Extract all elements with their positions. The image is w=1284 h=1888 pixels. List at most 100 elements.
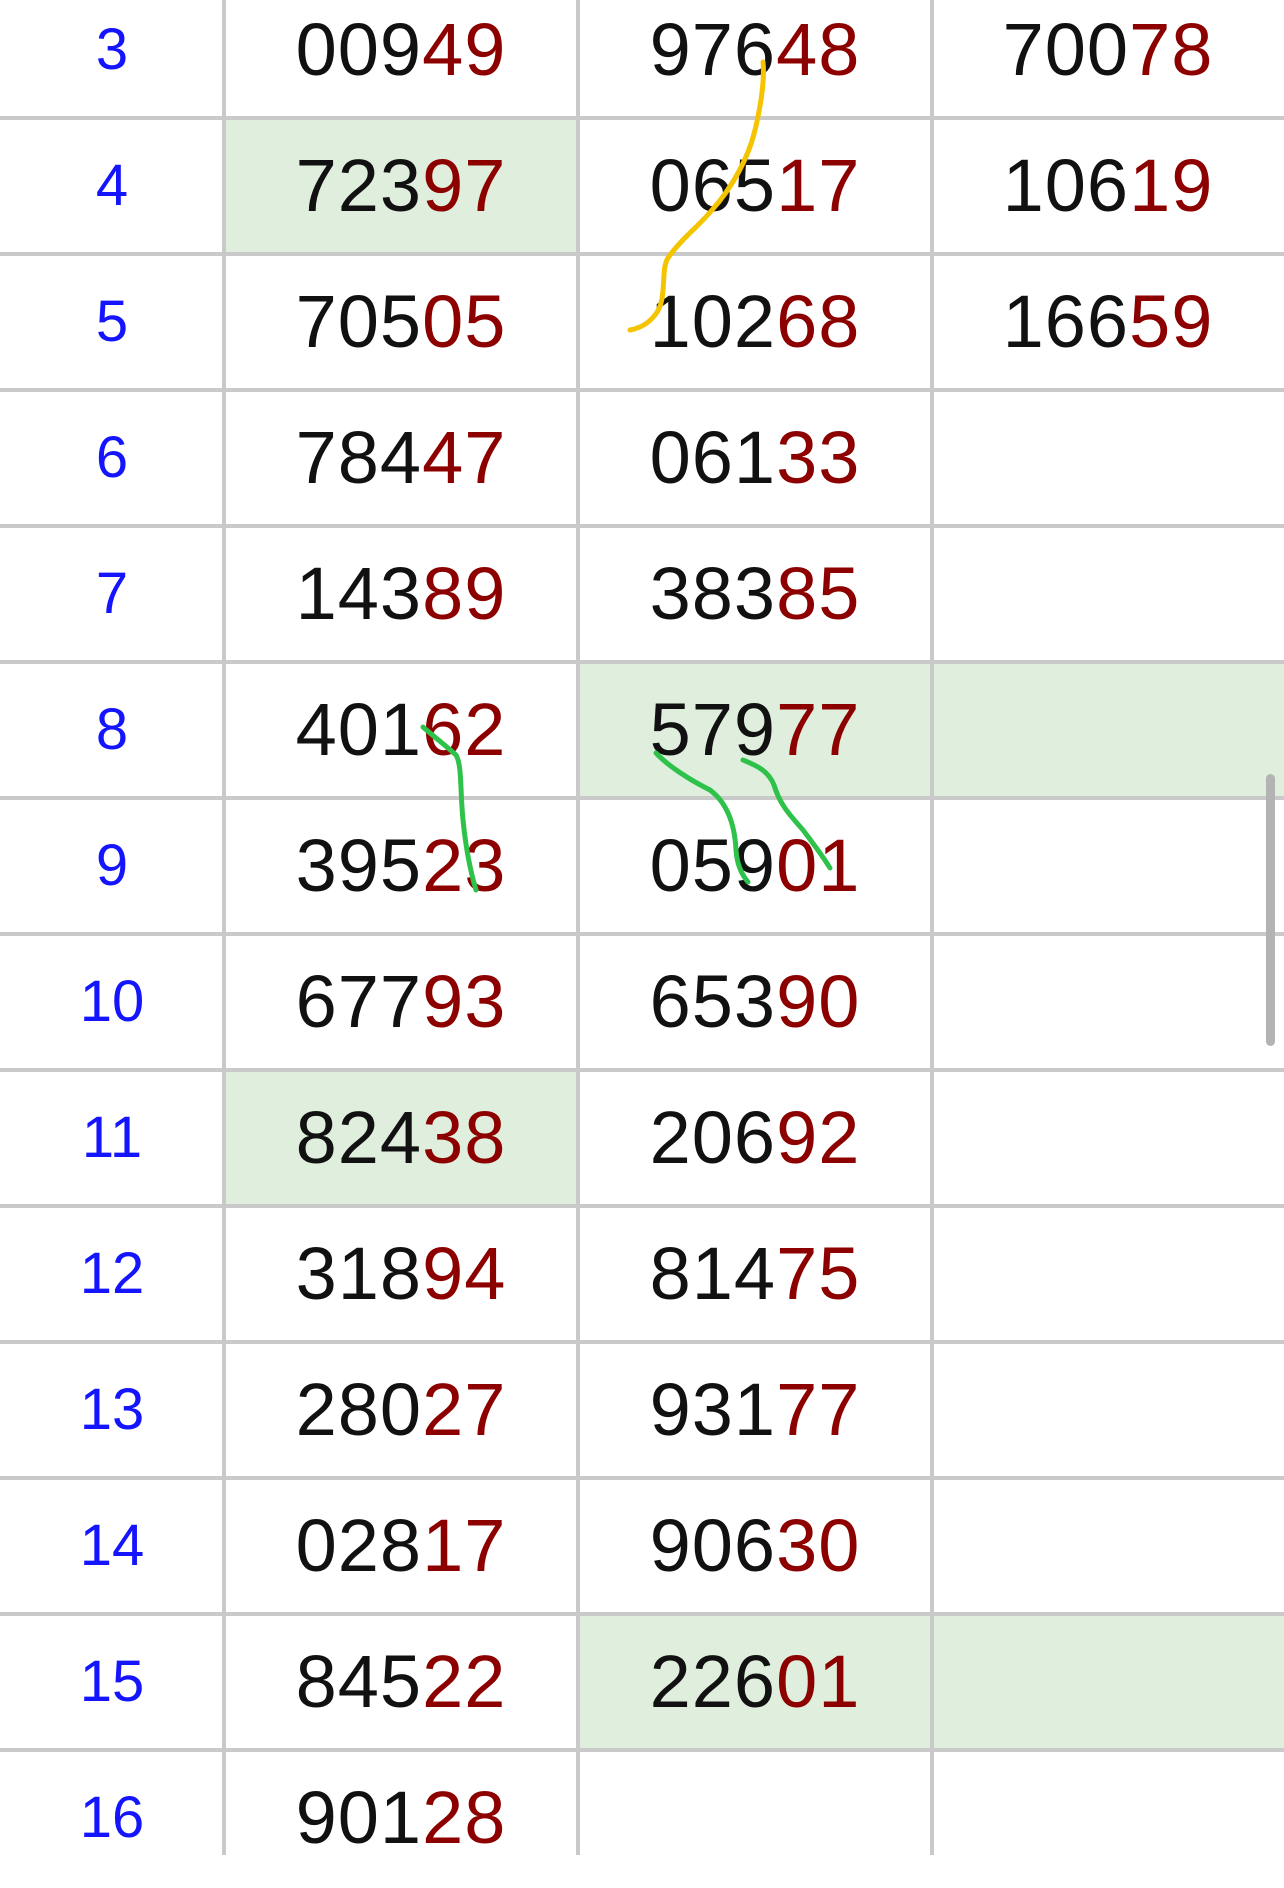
empty-cell-col3[interactable]	[932, 936, 1284, 1068]
number-prefix: 976	[649, 8, 777, 91]
number-prefix: 166	[1002, 280, 1130, 363]
number-cell-col2[interactable]: 206 92	[578, 1072, 932, 1204]
number-value: 976 48	[650, 13, 861, 87]
number-value: 906 30	[650, 1509, 861, 1583]
number-cell-col1[interactable]: 901 28	[224, 1752, 578, 1884]
number-value: 280 27	[296, 1373, 507, 1447]
number-cell-col2[interactable]: 906 30	[578, 1480, 932, 1612]
number-cell-col1[interactable]: 677 93	[224, 936, 578, 1068]
table-row: 13 280 27 931 77	[0, 1344, 1284, 1480]
number-prefix: 845	[295, 1640, 423, 1723]
number-cell-col1[interactable]: 009 49	[224, 0, 578, 116]
number-value: 166 59	[1003, 285, 1214, 359]
number-value: 009 49	[296, 13, 507, 87]
number-value: 931 77	[650, 1373, 861, 1447]
row-index-cell: 3	[0, 0, 224, 116]
number-cell-col2[interactable]: 061 33	[578, 392, 932, 524]
row-index-cell: 11	[0, 1072, 224, 1204]
row-index-cell: 6	[0, 392, 224, 524]
column-divider	[576, 0, 580, 1855]
empty-cell-col3[interactable]	[932, 1208, 1284, 1340]
number-suffix: 68	[776, 280, 861, 363]
row-index-cell: 15	[0, 1616, 224, 1748]
empty-cell-col3[interactable]	[932, 664, 1284, 796]
number-cell-col1[interactable]: 824 38	[224, 1072, 578, 1204]
number-cell-col3[interactable]: 106 19	[932, 120, 1284, 252]
vertical-scrollbar[interactable]	[1266, 774, 1275, 1046]
number-cell-col1[interactable]: 028 17	[224, 1480, 578, 1612]
number-suffix: 90	[776, 960, 861, 1043]
number-prefix: 677	[295, 960, 423, 1043]
number-cell-col3[interactable]: 166 59	[932, 256, 1284, 388]
number-suffix: 59	[1129, 280, 1214, 363]
number-cell-col1[interactable]: 845 22	[224, 1616, 578, 1748]
number-value: 395 23	[296, 829, 507, 903]
number-prefix: 143	[295, 552, 423, 635]
row-index: 12	[79, 1241, 145, 1306]
empty-cell-col2[interactable]	[578, 1752, 932, 1884]
number-cell-col2[interactable]: 226 01	[578, 1616, 932, 1748]
empty-cell-col3[interactable]	[932, 528, 1284, 660]
number-cell-col1[interactable]: 784 47	[224, 392, 578, 524]
empty-cell-col3[interactable]	[932, 392, 1284, 524]
number-suffix: 97	[422, 144, 507, 227]
row-index-cell: 5	[0, 256, 224, 388]
number-cell-col2[interactable]: 931 77	[578, 1344, 932, 1476]
number-cell-col1[interactable]: 395 23	[224, 800, 578, 932]
table-row: 12 318 94 814 75	[0, 1208, 1284, 1344]
empty-cell-col3[interactable]	[932, 800, 1284, 932]
row-index-cell: 4	[0, 120, 224, 252]
number-cell-col2[interactable]: 653 90	[578, 936, 932, 1068]
number-cell-col2[interactable]: 102 68	[578, 256, 932, 388]
number-suffix: 77	[776, 1368, 861, 1451]
number-suffix: 28	[422, 1776, 507, 1859]
number-suffix: 27	[422, 1368, 507, 1451]
number-cell-col1[interactable]: 401 62	[224, 664, 578, 796]
row-index: 15	[79, 1649, 145, 1714]
number-prefix: 318	[295, 1232, 423, 1315]
number-value: 700 78	[1003, 13, 1214, 87]
empty-cell-col3[interactable]	[932, 1344, 1284, 1476]
number-cell-col2[interactable]: 059 01	[578, 800, 932, 932]
number-suffix: 01	[776, 1640, 861, 1723]
column-divider	[930, 0, 934, 1855]
number-cell-col1[interactable]: 280 27	[224, 1344, 578, 1476]
number-suffix: 23	[422, 824, 507, 907]
number-cell-col1[interactable]: 143 89	[224, 528, 578, 660]
number-value: 901 28	[296, 1781, 507, 1855]
number-suffix: 47	[422, 416, 507, 499]
number-value: 102 68	[650, 285, 861, 359]
number-prefix: 280	[295, 1368, 423, 1451]
number-prefix: 206	[649, 1096, 777, 1179]
number-value: 845 22	[296, 1645, 507, 1719]
row-index: 9	[95, 833, 129, 898]
number-suffix: 30	[776, 1504, 861, 1587]
number-cell-col3[interactable]: 700 78	[932, 0, 1284, 116]
number-suffix: 17	[776, 144, 861, 227]
number-suffix: 19	[1129, 144, 1214, 227]
row-index-cell: 12	[0, 1208, 224, 1340]
number-cell-col2[interactable]: 814 75	[578, 1208, 932, 1340]
number-suffix: 01	[776, 824, 861, 907]
row-index: 14	[79, 1513, 145, 1578]
number-cell-col1[interactable]: 318 94	[224, 1208, 578, 1340]
empty-cell-col3[interactable]	[932, 1616, 1284, 1748]
number-cell-col2[interactable]: 065 17	[578, 120, 932, 252]
number-cell-col1[interactable]: 723 97	[224, 120, 578, 252]
number-cell-col1[interactable]: 705 05	[224, 256, 578, 388]
row-index: 13	[79, 1377, 145, 1442]
number-cell-col2[interactable]: 383 85	[578, 528, 932, 660]
row-index: 4	[95, 153, 129, 218]
number-prefix: 700	[1002, 8, 1130, 91]
number-prefix: 906	[649, 1504, 777, 1587]
number-cell-col2[interactable]: 976 48	[578, 0, 932, 116]
number-value: 206 92	[650, 1101, 861, 1175]
empty-cell-col3[interactable]	[932, 1752, 1284, 1884]
row-index: 6	[95, 425, 129, 490]
number-cell-col2[interactable]: 579 77	[578, 664, 932, 796]
row-index-cell: 8	[0, 664, 224, 796]
empty-cell-col3[interactable]	[932, 1480, 1284, 1612]
lottery-results-table: 3 009 49 976 48 700 78 4 723 97 065 17 106 19 …	[0, 0, 1284, 1855]
number-prefix: 395	[295, 824, 423, 907]
empty-cell-col3[interactable]	[932, 1072, 1284, 1204]
